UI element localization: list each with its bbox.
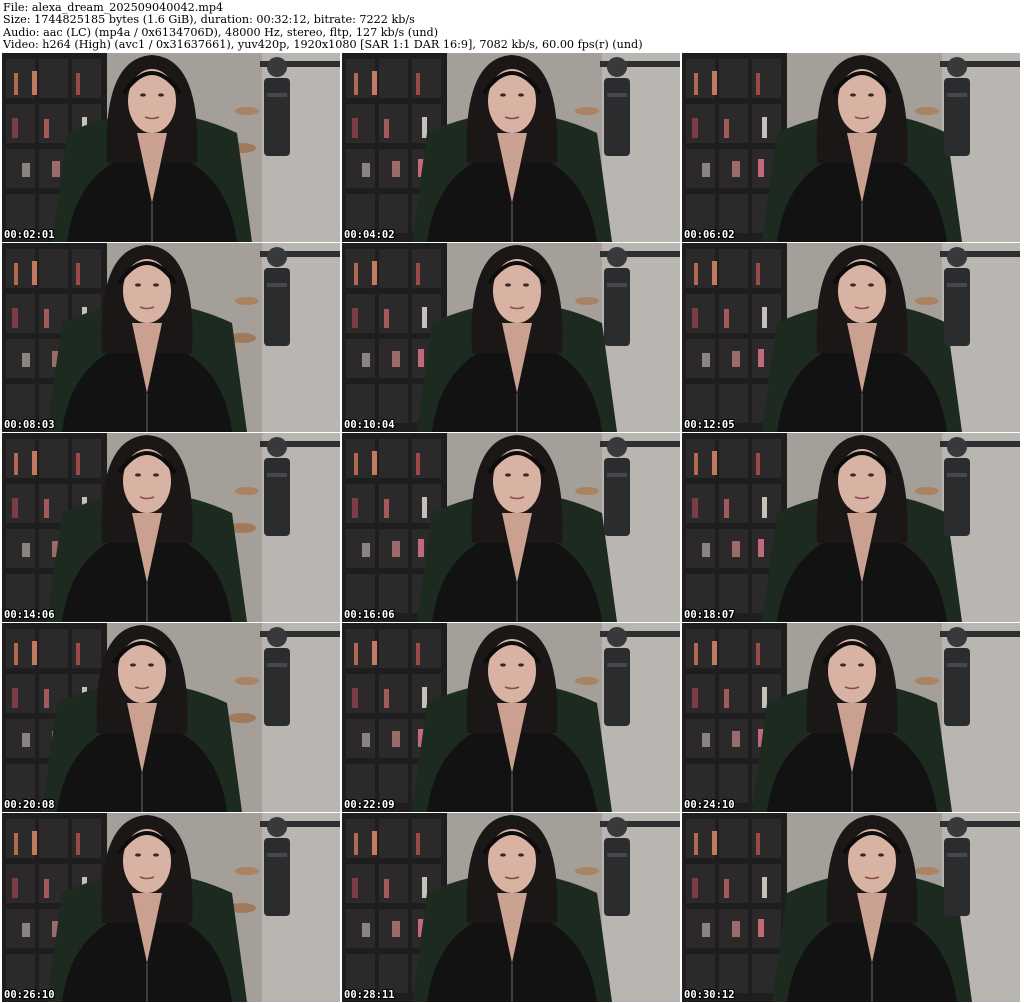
video-thumbnail: 00:28:11 [342,813,680,1002]
thumbnail-timestamp: 00:06:02 [684,229,735,241]
video-frame-image [2,243,340,432]
thumbnail-timestamp: 00:14:06 [4,609,55,621]
video-thumbnail: 00:18:07 [682,433,1020,622]
video-thumbnail: 00:16:06 [342,433,680,622]
file-size-line: Size: 1744825185 bytes (1.6 GiB), durati… [3,14,415,27]
video-frame-image [342,433,680,622]
video-thumbnail: 00:24:10 [682,623,1020,812]
video-frame-image [342,623,680,812]
thumbnail-timestamp: 00:28:11 [344,989,395,1001]
audio-info-line: Audio: aac (LC) (mp4a / 0x6134706D), 480… [3,26,439,39]
video-frame-image [682,813,1020,1002]
file-name-line: File: alexa_dream_202509040042.mp4 [3,2,224,14]
thumbnail-timestamp: 00:26:10 [4,989,55,1001]
thumbnail-grid: 00:02:01 00:04:02 00:06:02 00:08:03 00:10:04… [2,53,1022,1003]
video-frame-image [2,623,340,812]
video-frame-image [682,243,1020,432]
thumbnail-timestamp: 00:04:02 [344,229,395,241]
video-thumbnail: 00:10:04 [342,243,680,432]
video-info-line: Video: h264 (High) (avc1 / 0x31637661), … [3,38,643,51]
thumbnail-timestamp: 00:18:07 [684,609,735,621]
video-frame-image [682,53,1020,242]
thumbnail-timestamp: 00:02:01 [4,229,55,241]
video-frame-image [682,623,1020,812]
video-frame-image [2,813,340,1002]
thumbnail-timestamp: 00:08:03 [4,419,55,431]
thumbnail-timestamp: 00:10:04 [344,419,395,431]
video-thumbnail: 00:08:03 [2,243,340,432]
video-thumbnail: 00:06:02 [682,53,1020,242]
thumbnail-timestamp: 00:16:06 [344,609,395,621]
video-thumbnail: 00:22:09 [342,623,680,812]
video-frame-image [342,813,680,1002]
video-thumbnail: 00:04:02 [342,53,680,242]
thumbnail-timestamp: 00:12:05 [684,419,735,431]
video-thumbnail: 00:26:10 [2,813,340,1002]
thumbnail-timestamp: 00:30:12 [684,989,735,1001]
file-info-header: File: alexa_dream_202509040042.mp4 Size:… [3,2,1021,52]
thumbnail-timestamp: 00:22:09 [344,799,395,811]
video-frame-image [342,243,680,432]
video-thumbnail: 00:20:08 [2,623,340,812]
video-frame-image [2,53,340,242]
video-frame-image [342,53,680,242]
video-thumbnail: 00:14:06 [2,433,340,622]
thumbnail-timestamp: 00:24:10 [684,799,735,811]
video-thumbnail: 00:02:01 [2,53,340,242]
video-thumbnail: 00:12:05 [682,243,1020,432]
video-frame-image [2,433,340,622]
video-frame-image [682,433,1020,622]
thumbnail-timestamp: 00:20:08 [4,799,55,811]
video-thumbnail: 00:30:12 [682,813,1020,1002]
